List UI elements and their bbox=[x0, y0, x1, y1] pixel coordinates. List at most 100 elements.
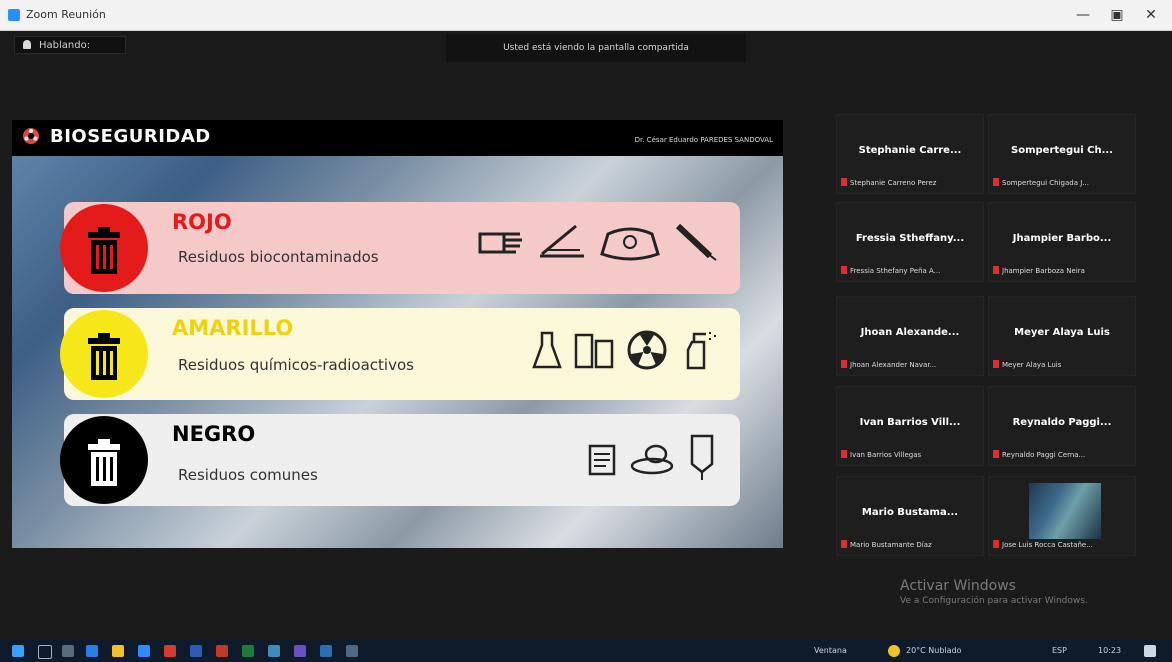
participant-tile[interactable]: Sompertegui Ch... Sompertegui Chigada J.… bbox=[988, 114, 1136, 194]
card-negro: NEGRO Residuos comunes bbox=[60, 414, 740, 506]
maximize-button[interactable]: ▣ bbox=[1102, 4, 1132, 26]
participant-label: Meyer Alaya Luis bbox=[993, 359, 1131, 371]
participant-video bbox=[1029, 483, 1101, 539]
biohazard-bag-icon bbox=[600, 227, 660, 261]
card-amarillo: AMARILLO Residuos químicos-radioactivos bbox=[60, 308, 740, 400]
participant-label: Reynaldo Paggi Cerna... bbox=[993, 449, 1131, 461]
zoom-taskbar-icon[interactable] bbox=[138, 645, 150, 657]
muted-mic-icon bbox=[993, 540, 999, 548]
app-icon[interactable] bbox=[294, 645, 306, 657]
iv-bag-icon bbox=[690, 434, 714, 480]
muted-mic-icon bbox=[841, 178, 847, 186]
app-icon[interactable] bbox=[346, 645, 358, 657]
radioactive-icon bbox=[627, 330, 667, 370]
taskbar-date[interactable]: ESP bbox=[1052, 644, 1067, 658]
app-icon[interactable] bbox=[320, 645, 332, 657]
task-view-icon[interactable] bbox=[62, 645, 74, 657]
participant-tile[interactable]: Ivan Barrios Vill... Ivan Barrios Villeg… bbox=[836, 386, 984, 466]
windows-taskbar: Ventana 20°C Nublado ESP 10:23 bbox=[0, 640, 1172, 662]
notifications-icon[interactable] bbox=[1144, 645, 1156, 657]
search-icon[interactable] bbox=[38, 645, 52, 659]
participant-name: Reynaldo Paggi... bbox=[1012, 417, 1112, 428]
muted-mic-icon bbox=[993, 360, 999, 368]
minimize-button[interactable]: — bbox=[1068, 4, 1098, 26]
talking-indicator: Hablando: bbox=[14, 36, 126, 54]
participant-name: Stephanie Carre... bbox=[858, 145, 962, 156]
powerpoint-icon[interactable] bbox=[216, 645, 228, 657]
participant-name: Ivan Barrios Vill... bbox=[859, 417, 961, 428]
category-desc-rojo: Residuos biocontaminados bbox=[178, 248, 379, 266]
red-bin-icon bbox=[60, 204, 148, 292]
participant-tile[interactable]: Jhampier Barbo... Jhampier Barboza Neira bbox=[988, 202, 1136, 282]
participant-tile[interactable]: Reynaldo Paggi... Reynaldo Paggi Cerna..… bbox=[988, 386, 1136, 466]
syringe-tray-icon bbox=[540, 224, 584, 258]
participant-label: Ivan Barrios Villegas bbox=[841, 449, 979, 461]
participant-label: Jhoan Alexander Navar... bbox=[841, 359, 979, 371]
biohazard-logo-icon bbox=[23, 128, 39, 144]
paper-icon bbox=[588, 444, 616, 476]
participant-name: Jhoan Alexande... bbox=[860, 327, 960, 338]
glove-hand-icon bbox=[478, 232, 522, 254]
participant-tile-video[interactable]: Jose Luis Rocca Castañe... bbox=[988, 476, 1136, 556]
containers-icon bbox=[574, 333, 614, 369]
participant-label: Jhampier Barboza Neira bbox=[993, 265, 1131, 277]
participant-name: Fressia Stheffany... bbox=[855, 233, 965, 244]
window-titlebar: Zoom Reunión — ▣ ✕ bbox=[0, 0, 1172, 31]
participant-tile[interactable]: Meyer Alaya Luis Meyer Alaya Luis bbox=[988, 296, 1136, 376]
microphone-icon bbox=[23, 40, 31, 49]
muted-mic-icon bbox=[841, 360, 847, 368]
icons-rojo bbox=[476, 220, 718, 262]
participant-label: Fressia Sthefany Peña A... bbox=[841, 265, 979, 277]
participant-label: Stephanie Carreno Perez bbox=[841, 177, 979, 189]
taskbar-clock[interactable]: 10:23 bbox=[1098, 644, 1121, 658]
zoom-app-icon bbox=[8, 9, 20, 21]
category-name-rojo: ROJO bbox=[172, 210, 232, 234]
black-bin-icon bbox=[60, 416, 148, 504]
participant-name: Mario Bustama... bbox=[861, 507, 959, 518]
start-icon[interactable] bbox=[12, 645, 24, 657]
watermark-line2: Ve a Configuración para activar Windows. bbox=[900, 596, 1088, 606]
watermark-line1: Activar Windows bbox=[900, 578, 1016, 594]
window-title: Zoom Reunión bbox=[26, 8, 106, 21]
participant-tile[interactable]: Stephanie Carre... Stephanie Carreno Per… bbox=[836, 114, 984, 194]
muted-mic-icon bbox=[841, 450, 847, 458]
muted-mic-icon bbox=[841, 266, 847, 274]
windows-activation-watermark: Activar Windows Ve a Configuración para … bbox=[900, 578, 1088, 606]
slide-author: Dr. César Eduardo PAREDES SANDOVAL bbox=[634, 136, 773, 144]
close-button[interactable]: ✕ bbox=[1136, 4, 1166, 26]
category-name-negro: NEGRO bbox=[172, 422, 256, 446]
excel-icon[interactable] bbox=[242, 645, 254, 657]
screen-share-banner[interactable]: Usted está viendo la pantalla compartida bbox=[446, 34, 746, 62]
yellow-bin-icon bbox=[60, 310, 148, 398]
file-explorer-icon[interactable] bbox=[112, 645, 124, 657]
syringe-icon bbox=[675, 223, 717, 261]
participant-name: Jhampier Barbo... bbox=[1012, 233, 1112, 244]
slide-header: BIOSEGURIDAD Dr. César Eduardo PAREDES S… bbox=[12, 120, 783, 156]
participant-label: Jose Luis Rocca Castañe... bbox=[993, 539, 1131, 551]
muted-mic-icon bbox=[993, 450, 999, 458]
participant-label: Sompertegui Chigada J... bbox=[993, 177, 1131, 189]
weather-text[interactable]: 20°C Nublado bbox=[906, 644, 962, 658]
category-desc-negro: Residuos comunes bbox=[178, 466, 318, 484]
participant-name: Meyer Alaya Luis bbox=[1014, 327, 1110, 338]
participant-tile[interactable]: Mario Bustama... Mario Bustamante Díaz bbox=[836, 476, 984, 556]
app-icon[interactable] bbox=[164, 645, 176, 657]
taskbar-language[interactable]: Ventana bbox=[814, 644, 847, 658]
talking-label: Hablando: bbox=[39, 40, 91, 51]
category-desc-amarillo: Residuos químicos-radioactivos bbox=[178, 356, 414, 374]
participant-name: Sompertegui Ch... bbox=[1011, 145, 1113, 156]
participant-label: Mario Bustamante Díaz bbox=[841, 539, 979, 551]
muted-mic-icon bbox=[841, 540, 847, 548]
weather-icon bbox=[888, 645, 900, 657]
muted-mic-icon bbox=[993, 266, 999, 274]
shared-screen-slide: BIOSEGURIDAD Dr. César Eduardo PAREDES S… bbox=[12, 120, 783, 548]
card-rojo: ROJO Residuos biocontaminados bbox=[60, 202, 740, 294]
participant-tile[interactable]: Fressia Stheffany... Fressia Sthefany Pe… bbox=[836, 202, 984, 282]
icons-amarillo bbox=[532, 328, 718, 372]
participant-tile[interactable]: Jhoan Alexande... Jhoan Alexander Navar.… bbox=[836, 296, 984, 376]
food-waste-icon bbox=[630, 444, 674, 475]
edge-icon[interactable] bbox=[86, 645, 98, 657]
spray-bottle-icon bbox=[686, 332, 716, 370]
word-icon[interactable] bbox=[190, 645, 202, 657]
app-icon[interactable] bbox=[268, 645, 280, 657]
